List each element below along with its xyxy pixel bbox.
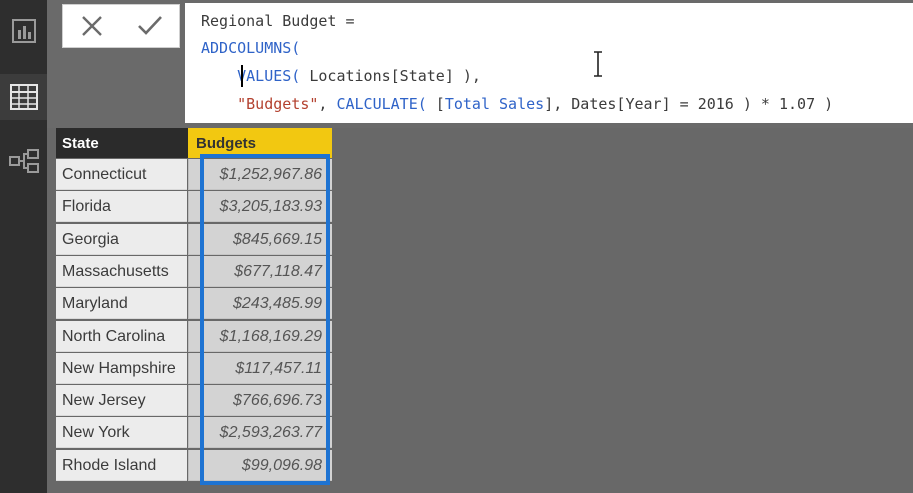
checkmark-icon — [138, 16, 162, 35]
formula-token: Regional Budget = — [201, 12, 355, 30]
state-cell[interactable]: North Carolina — [56, 320, 187, 352]
budget-cell[interactable]: $845,669.15 — [188, 223, 332, 255]
formula-token: VALUES( — [237, 67, 301, 85]
table-row[interactable]: Maryland $243,485.99 — [56, 288, 332, 320]
table-row[interactable]: New Jersey $766,696.73 — [56, 385, 332, 417]
budget-cell[interactable]: $1,168,169.29 — [188, 320, 332, 352]
table-row[interactable]: Connecticut $1,252,967.86 — [56, 159, 332, 191]
budget-cell[interactable]: $2,593,263.77 — [188, 417, 332, 449]
view-rail — [0, 0, 47, 493]
report-view-icon — [11, 19, 36, 43]
formula-line: Regional Budget = — [201, 11, 355, 31]
data-table: State Budgets Connecticut $1,252,967.86 Fl… — [56, 128, 332, 493]
table-row[interactable]: Massachusetts $677,118.47 — [56, 255, 332, 288]
table-row[interactable]: North Carolina $1,168,169.29 — [56, 320, 332, 353]
cancel-formula-button[interactable] — [63, 5, 121, 47]
state-cell[interactable]: New Hampshire — [56, 352, 187, 384]
table-row[interactable]: New Hampshire $117,457.11 — [56, 352, 332, 385]
data-view-icon — [9, 84, 38, 110]
report-view-button[interactable] — [0, 8, 47, 54]
state-cell[interactable]: Massachusetts — [56, 255, 187, 287]
state-cell[interactable]: Georgia — [56, 223, 187, 255]
budget-cell[interactable]: $1,252,967.86 — [188, 159, 332, 190]
data-view-button[interactable] — [0, 74, 47, 120]
state-cell[interactable]: New Jersey — [56, 385, 187, 417]
state-cell[interactable]: Maryland — [56, 288, 187, 320]
budget-cell[interactable]: $99,096.98 — [188, 449, 332, 481]
formula-token: CALCULATE( — [336, 95, 427, 113]
budget-cell[interactable]: $677,118.47 — [188, 255, 332, 287]
formula-actions — [62, 4, 180, 48]
formula-token: , — [318, 95, 337, 113]
formula-token: "Budgets" — [237, 95, 319, 113]
formula-token: ], Dates[Year] = 2016 ) * 1.07 ) — [544, 95, 834, 113]
column-header-state[interactable]: State — [56, 128, 188, 158]
formula-token — [201, 95, 237, 113]
close-icon — [82, 16, 102, 36]
budget-cell[interactable]: $3,205,183.93 — [188, 191, 332, 223]
state-cell[interactable]: Rhode Island — [56, 449, 187, 481]
column-header-budgets[interactable]: Budgets — [188, 128, 332, 158]
formula-token — [201, 67, 237, 85]
table-row[interactable]: Florida $3,205,183.93 — [56, 191, 332, 223]
budget-cell[interactable]: $243,485.99 — [188, 288, 332, 320]
state-cell[interactable]: Connecticut — [56, 159, 187, 190]
budget-cell[interactable]: $766,696.73 — [188, 385, 332, 417]
text-caret — [241, 65, 243, 87]
formula-token: Locations[State] ), — [300, 67, 481, 85]
formula-token: Total Sales — [444, 95, 545, 113]
formula-token: [ — [426, 95, 445, 113]
table-row[interactable]: Rhode Island $99,096.98 — [56, 449, 332, 482]
relationships-view-button[interactable] — [0, 138, 47, 184]
formula-line: "Budgets", CALCULATE( [Total Sales], Dat… — [201, 94, 833, 114]
commit-formula-button[interactable] — [121, 5, 179, 47]
table-row[interactable]: New York $2,593,263.77 — [56, 417, 332, 449]
formula-token: ADDCOLUMNS( — [201, 39, 301, 57]
state-cell[interactable]: New York — [56, 417, 187, 449]
text-cursor-icon — [594, 51, 602, 77]
state-cell[interactable]: Florida — [56, 191, 187, 223]
budget-cell[interactable]: $117,457.11 — [188, 352, 332, 384]
relationships-view-icon — [8, 149, 39, 173]
formula-editor[interactable]: Regional Budget = ADDCOLUMNS( VALUES( Loc… — [185, 3, 913, 123]
formula-line: ADDCOLUMNS( — [201, 38, 300, 58]
table-row[interactable]: Georgia $845,669.15 — [56, 223, 332, 256]
